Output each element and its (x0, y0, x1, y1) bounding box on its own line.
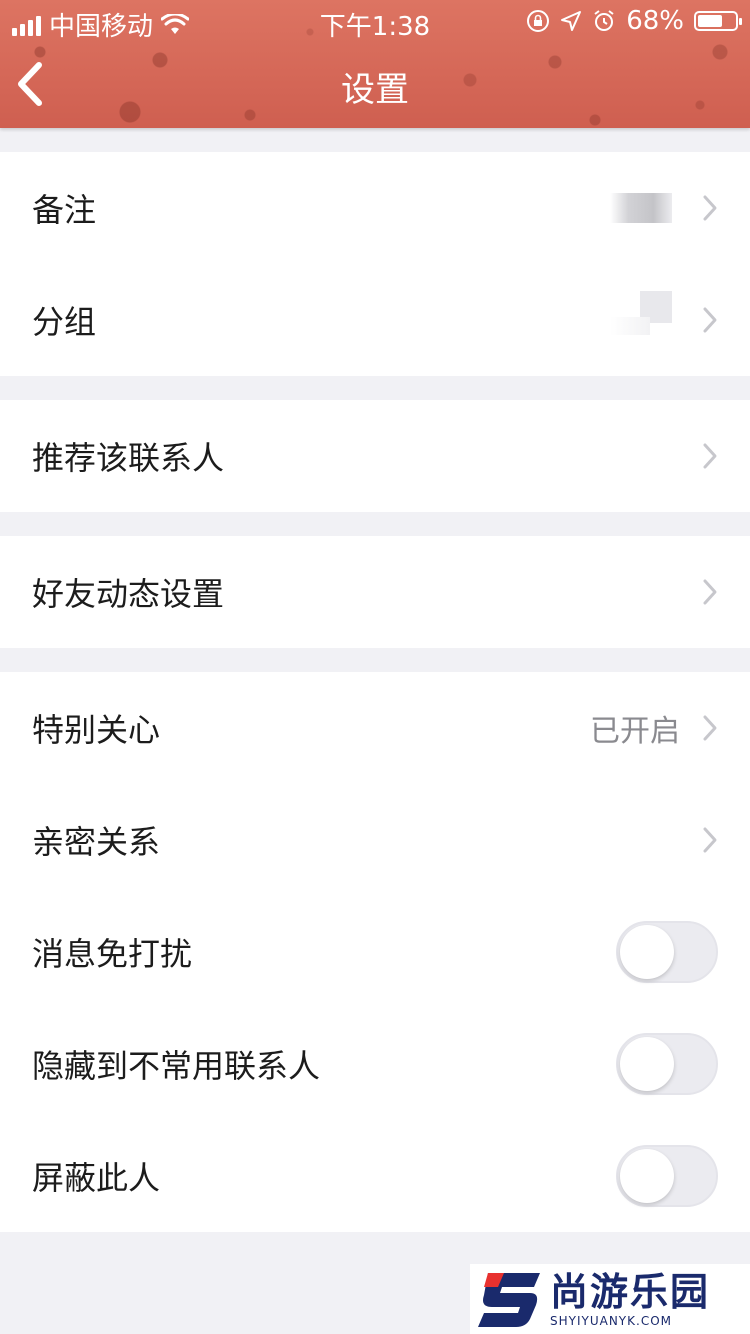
settings-group-remark: 备注 分组 (0, 152, 750, 376)
chevron-right-icon (702, 578, 718, 606)
toggle-knob (620, 1149, 674, 1203)
chevron-right-icon (702, 442, 718, 470)
battery-icon (694, 11, 742, 31)
row-do-not-disturb: 消息免打扰 (0, 896, 750, 1008)
chevron-right-icon (702, 714, 718, 742)
chevron-right-icon (702, 306, 718, 334)
row-group[interactable]: 分组 (0, 264, 750, 376)
location-icon (561, 11, 582, 31)
blurred-value (610, 193, 672, 223)
battery-fill (698, 15, 723, 27)
settings-group-moments: 好友动态设置 (0, 536, 750, 648)
row-label: 隐藏到不常用联系人 (32, 1047, 321, 1085)
nav-header: 中国移动 下午1:38 68% 设置 (0, 0, 750, 128)
row-label: 备注 (32, 191, 97, 229)
back-button[interactable] (10, 58, 50, 110)
row-label: 消息免打扰 (32, 935, 193, 973)
row-label: 好友动态设置 (32, 575, 225, 613)
status-right: 68% (526, 6, 742, 36)
row-special-care[interactable]: 特别关心 已开启 (0, 672, 750, 784)
row-intimate-relation[interactable]: 亲密关系 (0, 784, 750, 896)
watermark-en: SHYIYUANYK.COM (550, 1314, 672, 1328)
chevron-left-icon (18, 62, 42, 106)
toggle-knob (620, 925, 674, 979)
chevron-right-icon (702, 194, 718, 222)
hide-contact-toggle[interactable] (616, 1033, 718, 1095)
row-moments-settings[interactable]: 好友动态设置 (0, 536, 750, 648)
block-person-toggle[interactable] (616, 1145, 718, 1207)
watermark-logo-icon (478, 1273, 540, 1327)
row-hide-contact: 隐藏到不常用联系人 (0, 1008, 750, 1120)
toggle-knob (620, 1037, 674, 1091)
rotation-lock-icon (527, 10, 550, 32)
do-not-disturb-toggle[interactable] (616, 921, 718, 983)
blurred-value (610, 291, 672, 335)
row-label: 推荐该联系人 (32, 439, 225, 477)
chevron-right-icon (702, 826, 718, 854)
row-label: 亲密关系 (32, 823, 161, 861)
row-label: 特别关心 (32, 711, 161, 749)
row-label: 分组 (32, 303, 97, 341)
alarm-icon (594, 10, 614, 31)
row-block-person: 屏蔽此人 (0, 1120, 750, 1232)
page-title: 设置 (341, 70, 409, 110)
row-label: 屏蔽此人 (32, 1159, 161, 1197)
row-remark[interactable]: 备注 (0, 152, 750, 264)
watermark-text: 尚游乐园 SHYIYUANYK.COM (550, 1270, 710, 1328)
settings-group-privacy: 特别关心 已开启 亲密关系 消息免打扰 隐藏到不常用联系人 屏蔽此人 (0, 672, 750, 1232)
status-bar: 中国移动 下午1:38 68% (0, 0, 750, 42)
site-watermark: 尚游乐园 SHYIYUANYK.COM (470, 1264, 750, 1334)
row-recommend-contact[interactable]: 推荐该联系人 (0, 400, 750, 512)
special-care-status: 已开启 (590, 714, 680, 749)
battery-percent: 68% (626, 6, 684, 36)
settings-group-recommend: 推荐该联系人 (0, 400, 750, 512)
watermark-cn: 尚游乐园 (550, 1270, 711, 1314)
